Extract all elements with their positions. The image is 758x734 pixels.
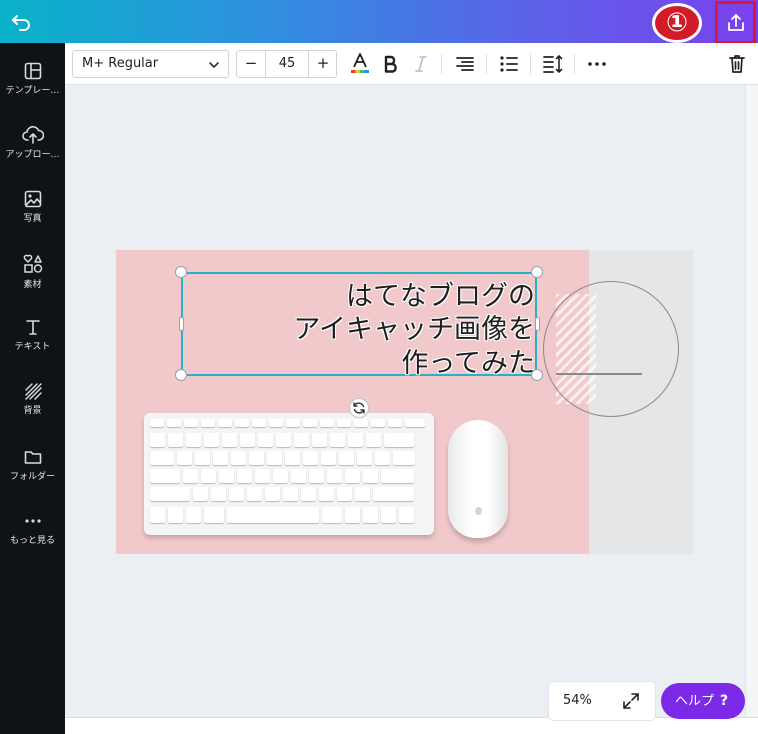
background-icon xyxy=(24,383,42,400)
toolbar-divider xyxy=(530,54,531,74)
bottom-page-strip xyxy=(65,717,758,734)
align-right-icon xyxy=(456,57,474,71)
keyboard-row xyxy=(150,433,414,447)
resize-handle-bottom-left[interactable] xyxy=(175,369,187,381)
canvas-scrollbar[interactable] xyxy=(745,85,758,717)
more-options-button[interactable] xyxy=(585,52,609,76)
help-button[interactable]: ヘルプ? xyxy=(661,683,745,719)
help-label: ヘルプ xyxy=(675,694,715,709)
text-color-button[interactable] xyxy=(348,52,372,76)
toolbar-divider xyxy=(574,54,575,74)
folder-icon xyxy=(24,451,41,464)
increase-size-button[interactable]: + xyxy=(309,51,337,77)
sidebar-item-label: テキスト xyxy=(14,342,51,352)
resize-handle-left[interactable] xyxy=(179,317,184,331)
circle-outline-decoration[interactable] xyxy=(543,281,679,417)
annotation-step-badge: ① xyxy=(652,3,702,43)
keyboard-row xyxy=(150,451,415,465)
sidebar-item-label: アップロー… xyxy=(5,150,60,160)
sidebar-item-label: もっと見る xyxy=(9,536,55,546)
sidebar-item-text[interactable]: テキスト xyxy=(0,307,65,367)
text-toolbar: M+ Regular − 45 + xyxy=(65,43,758,85)
resize-handle-right[interactable] xyxy=(535,317,540,331)
photos-icon xyxy=(24,190,41,208)
bullet-list-icon xyxy=(500,56,518,72)
keyboard-row xyxy=(150,487,414,501)
spacing-button[interactable] xyxy=(541,52,565,76)
fullscreen-button[interactable] xyxy=(621,691,641,711)
list-button[interactable] xyxy=(497,52,521,76)
toolbar-divider xyxy=(486,54,487,74)
italic-icon xyxy=(415,56,427,72)
resize-handle-top-left[interactable] xyxy=(175,266,187,278)
toolbar-divider xyxy=(441,54,442,74)
expand-icon xyxy=(623,693,639,709)
rotate-handle[interactable] xyxy=(349,398,369,418)
sidebar-item-templates[interactable]: テンプレー… xyxy=(0,51,65,111)
share-upload-icon xyxy=(727,13,744,31)
sidebar-item-label: 写真 xyxy=(23,214,42,224)
elements-icon xyxy=(23,254,42,273)
zoom-control: 54% xyxy=(549,682,655,720)
sidebar-item-background[interactable]: 背景 xyxy=(0,371,65,431)
sidebar-item-label: テンプレー… xyxy=(5,86,60,96)
bold-icon xyxy=(384,55,397,73)
sidebar-item-uploads[interactable]: アップロー… xyxy=(0,115,65,175)
text-align-button[interactable] xyxy=(453,52,477,76)
zoom-level-button[interactable]: 54% xyxy=(563,682,592,720)
more-horizontal-icon xyxy=(588,62,606,66)
italic-button[interactable] xyxy=(409,52,433,76)
sidebar-item-more[interactable]: もっと見る xyxy=(0,501,65,561)
upload-icon xyxy=(21,126,44,144)
rotate-icon xyxy=(353,402,365,414)
sidebar-item-label: 背景 xyxy=(23,406,42,416)
templates-icon xyxy=(24,62,41,80)
back-button[interactable] xyxy=(8,8,36,36)
apple-logo-icon xyxy=(475,507,482,515)
line-spacing-icon xyxy=(543,55,563,73)
more-icon xyxy=(24,519,41,523)
design-text-line: 作ってみた xyxy=(401,348,535,379)
sidebar-item-folder[interactable]: フォルダー xyxy=(0,437,65,497)
line-decoration[interactable] xyxy=(556,373,642,375)
text-icon xyxy=(25,320,40,335)
sidebar-item-photos[interactable]: 写真 xyxy=(0,179,65,239)
sidebar-item-label: フォルダー xyxy=(9,472,55,482)
sidebar-item-elements[interactable]: 素材 xyxy=(0,243,65,303)
selected-text-element[interactable]: はてなブログの アイキャッチ画像を 作ってみた xyxy=(181,272,537,379)
mouse-photo[interactable] xyxy=(448,420,508,538)
font-family-value: M+ Regular xyxy=(82,56,159,71)
resize-handle-bottom-right[interactable] xyxy=(531,369,543,381)
keyboard-row xyxy=(150,419,425,433)
undo-arrow-icon xyxy=(12,15,30,31)
top-bar: ① xyxy=(0,0,758,44)
font-size-stepper: − 45 + xyxy=(236,50,337,78)
decrease-size-button[interactable]: − xyxy=(237,51,265,77)
bold-button[interactable] xyxy=(379,52,403,76)
sidebar: テンプレー… アップロー… 写真 素材 テキスト 背景 フォルダー もっと見る xyxy=(0,43,65,734)
chevron-down-icon xyxy=(209,62,219,68)
text-color-icon xyxy=(351,53,369,73)
trash-icon xyxy=(729,55,745,73)
font-size-input[interactable]: 45 xyxy=(265,51,309,77)
keyboard-row xyxy=(150,469,414,483)
sidebar-item-label: 素材 xyxy=(23,280,42,290)
share-download-button[interactable] xyxy=(715,1,756,44)
keyboard-row xyxy=(150,507,414,523)
keyboard-photo[interactable] xyxy=(144,413,434,535)
font-family-dropdown[interactable]: M+ Regular xyxy=(72,50,229,78)
resize-handle-top-right[interactable] xyxy=(531,266,543,278)
delete-button[interactable] xyxy=(725,52,749,76)
question-mark-icon: ? xyxy=(720,693,729,709)
